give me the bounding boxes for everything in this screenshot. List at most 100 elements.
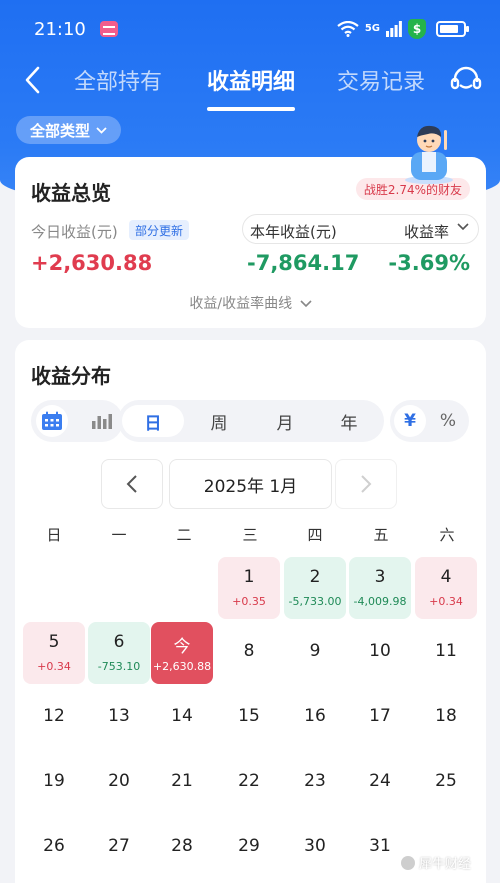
day-number: 9 — [309, 641, 321, 661]
calendar-day[interactable]: 11 — [415, 622, 477, 684]
distribution-title: 收益分布 — [31, 364, 111, 388]
calendar-day[interactable]: 14 — [151, 687, 213, 749]
prev-month-button[interactable] — [101, 459, 163, 509]
unit-toggle: ¥ % — [390, 400, 469, 442]
type-filter-dropdown[interactable]: 全部类型 — [16, 116, 122, 144]
calendar-day[interactable]: 9 — [284, 622, 346, 684]
day-number: 11 — [435, 641, 457, 661]
day-number: 25 — [435, 771, 457, 791]
status-bar: 21:10 5G $ — [0, 0, 500, 58]
weekday-label: 三 — [242, 526, 258, 544]
calendar-day[interactable]: 6 -753.10 — [88, 622, 150, 684]
period-toggle: 日 周 月 年 — [118, 400, 384, 442]
day-earnings: -4,009.98 — [353, 595, 407, 608]
chevron-down-icon — [300, 300, 312, 308]
calendar-day[interactable]: 22 — [218, 752, 280, 814]
calendar-day[interactable]: 13 — [88, 687, 150, 749]
back-icon — [25, 66, 40, 94]
calendar-day[interactable]: 20 — [88, 752, 150, 814]
day-number: 2 — [309, 567, 321, 587]
calendar-day[interactable]: 21 — [151, 752, 213, 814]
unit-percent-button[interactable]: % — [432, 405, 464, 437]
calendar-day[interactable]: 8 — [218, 622, 280, 684]
day-number: 17 — [369, 706, 391, 726]
day-number: 16 — [304, 706, 326, 726]
period-week-button[interactable]: 周 — [188, 405, 250, 437]
month-selector[interactable]: 2025年 1月 — [169, 459, 332, 509]
calendar-day[interactable]: 1 +0.35 — [218, 557, 280, 619]
calendar-day[interactable]: 4 +0.34 — [415, 557, 477, 619]
calendar-day[interactable]: 23 — [284, 752, 346, 814]
active-tab-indicator — [207, 107, 295, 111]
calendar-day[interactable]: 19 — [23, 752, 85, 814]
day-number: 12 — [43, 706, 65, 726]
earnings-curve-link[interactable]: 收益/收益率曲线 — [15, 293, 486, 313]
mascot-illustration — [405, 125, 453, 184]
day-number: 1 — [243, 567, 255, 587]
wifi-icon — [337, 21, 359, 37]
day-number: 29 — [238, 836, 260, 856]
tab-earnings[interactable]: 收益明细 — [207, 64, 295, 96]
calendar-day[interactable]: 26 — [23, 817, 85, 879]
bar-chart-view-button[interactable] — [86, 405, 118, 437]
customer-service-button[interactable] — [446, 60, 486, 100]
tab-transactions[interactable]: 交易记录 — [337, 64, 425, 96]
bar-chart-icon — [92, 414, 112, 429]
day-number: 14 — [171, 706, 193, 726]
day-number: 30 — [304, 836, 326, 856]
calendar-day[interactable]: 2 -5,733.00 — [284, 557, 346, 619]
period-day-button[interactable]: 日 — [122, 405, 184, 437]
day-number: 4 — [440, 567, 452, 587]
type-filter-label: 全部类型 — [30, 121, 91, 140]
calendar-day[interactable]: 18 — [415, 687, 477, 749]
customer-service-icon — [450, 66, 482, 90]
back-button[interactable] — [14, 62, 50, 98]
calendar-day[interactable]: 12 — [23, 687, 85, 749]
day-number: 24 — [369, 771, 391, 791]
day-number: 28 — [171, 836, 193, 856]
calendar-day[interactable]: 16 — [284, 687, 346, 749]
calendar-day-today[interactable]: 今 +2,630.88 — [151, 622, 213, 684]
day-earnings: -5,733.00 — [288, 595, 342, 608]
day-number: 13 — [108, 706, 130, 726]
weekday-label: 四 — [307, 526, 323, 544]
next-month-button[interactable] — [335, 459, 397, 509]
status-indicators: 5G $ — [337, 19, 469, 39]
period-year-button[interactable]: 年 — [318, 405, 380, 437]
calendar-day[interactable]: 17 — [349, 687, 411, 749]
chevron-down-icon — [457, 223, 469, 231]
return-rate-selector[interactable]: 收益率 — [404, 221, 449, 242]
watermark-logo — [401, 855, 415, 870]
calendar-day[interactable]: 25 — [415, 752, 477, 814]
calendar-day[interactable]: 27 — [88, 817, 150, 879]
calendar-icon — [42, 411, 62, 430]
calendar-day[interactable]: 10 — [349, 622, 411, 684]
day-number: 22 — [238, 771, 260, 791]
calendar-day[interactable]: 3 -4,009.98 — [349, 557, 411, 619]
weekday-label: 六 — [439, 526, 455, 544]
calendar-day[interactable]: 15 — [218, 687, 280, 749]
unit-amount-button[interactable]: ¥ — [394, 405, 426, 437]
return-rate-value: -3.69% — [388, 251, 470, 275]
day-number: 6 — [113, 632, 125, 652]
period-month-button[interactable]: 月 — [254, 405, 316, 437]
calendar-view-button[interactable] — [36, 405, 68, 437]
day-earnings: +0.34 — [429, 595, 463, 608]
weekday-label: 五 — [373, 526, 389, 544]
calendar-day[interactable]: 30 — [284, 817, 346, 879]
today-earnings-label: 今日收益(元) — [31, 223, 118, 241]
today-earnings-value: +2,630.88 — [31, 251, 153, 275]
calendar-day[interactable]: 29 — [218, 817, 280, 879]
earnings-curve-label: 收益/收益率曲线 — [189, 296, 293, 312]
battery-icon — [436, 21, 469, 37]
day-earnings: +0.34 — [37, 660, 71, 673]
calendar-day[interactable]: 5 +0.34 — [23, 622, 85, 684]
calendar-day[interactable]: 24 — [349, 752, 411, 814]
calendar-day[interactable]: 28 — [151, 817, 213, 879]
year-earnings-value: -7,864.17 — [247, 251, 360, 275]
earnings-distribution-card: 收益分布 日 周 月 年 ¥ % 2025年 1月 日 一 二 三 四 五 六 … — [15, 340, 486, 883]
tab-holdings[interactable]: 全部持有 — [74, 64, 162, 96]
day-number: 26 — [43, 836, 65, 856]
day-number: 8 — [243, 641, 255, 661]
day-earnings: +2,630.88 — [152, 660, 212, 673]
